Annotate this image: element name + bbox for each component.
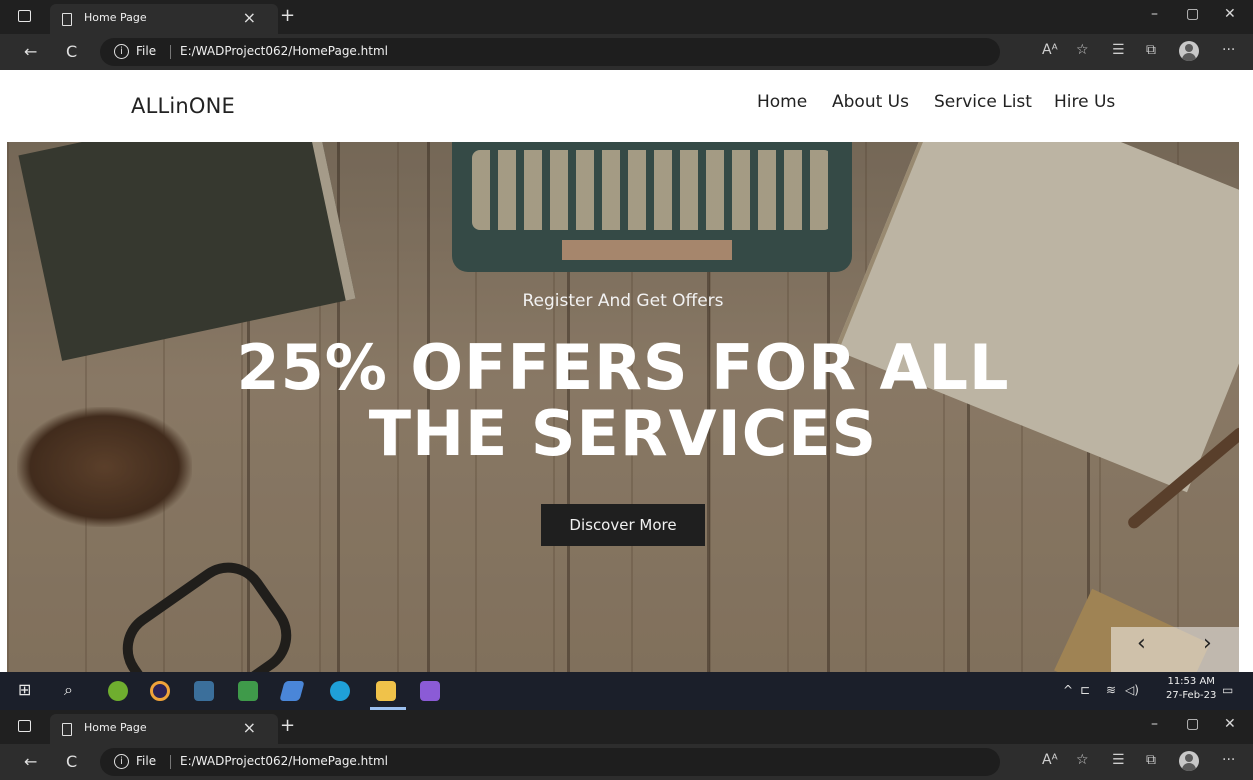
read-aloud-icon[interactable]: Aᴬ bbox=[1042, 752, 1058, 768]
url-field[interactable]: i File E:/WADProject062/HomePage.html bbox=[100, 748, 1000, 776]
favorite-icon[interactable]: ☆ bbox=[1076, 752, 1089, 768]
start-icon[interactable]: ⊞ bbox=[18, 680, 31, 699]
reload-icon[interactable]: C bbox=[66, 42, 77, 61]
tab-close-icon[interactable]: × bbox=[243, 8, 256, 27]
notifications-icon[interactable]: ▭ bbox=[1222, 683, 1233, 697]
file-label: File bbox=[136, 44, 157, 58]
profile-icon[interactable] bbox=[1179, 41, 1199, 61]
visual-studio-icon[interactable] bbox=[420, 681, 440, 701]
reload-icon[interactable]: C bbox=[66, 752, 77, 771]
nav-home[interactable]: Home bbox=[757, 92, 807, 112]
back-icon[interactable]: ← bbox=[24, 752, 37, 771]
search-icon[interactable]: ⌕ bbox=[64, 680, 73, 700]
nav-service-list[interactable]: Service List bbox=[934, 92, 1032, 112]
clock-time: 11:53 AM bbox=[1167, 676, 1215, 687]
url-text[interactable]: E:/WADProject062/HomePage.html bbox=[180, 754, 388, 768]
url-field[interactable]: i File E:/WADProject062/HomePage.html bbox=[100, 38, 1000, 66]
page-icon bbox=[62, 13, 72, 26]
browser-tab-strip-2: Home Page × + – ▢ ✕ bbox=[0, 710, 1253, 744]
more-icon[interactable]: ··· bbox=[1222, 42, 1235, 58]
hero-slider: Register And Get Offers 25% OFFERS FOR A… bbox=[7, 142, 1239, 672]
info-icon[interactable]: i bbox=[114, 44, 129, 59]
nav-hire-us[interactable]: Hire Us bbox=[1054, 92, 1115, 112]
app-blue-icon[interactable] bbox=[279, 681, 305, 701]
address-bar-2: ← C i File E:/WADProject062/HomePage.htm… bbox=[0, 744, 1253, 780]
hero-title: 25% OFFERS FOR ALL THE SERVICES bbox=[7, 335, 1239, 467]
minimize-icon[interactable]: – bbox=[1151, 6, 1158, 22]
favorites-list-icon[interactable]: ☰ bbox=[1112, 752, 1125, 768]
info-icon[interactable]: i bbox=[114, 754, 129, 769]
site-header: ALLinONE Home About Us Service List Hire… bbox=[0, 70, 1253, 142]
system-clock[interactable]: 11:53 AM 27-Feb-23 bbox=[1166, 675, 1216, 703]
tab-home-page[interactable]: Home Page × bbox=[50, 4, 278, 34]
file-explorer-icon[interactable] bbox=[376, 681, 396, 701]
tab-actions-icon[interactable] bbox=[18, 10, 31, 22]
file-label: File bbox=[136, 754, 157, 768]
divider bbox=[170, 755, 171, 769]
collections-icon[interactable]: ⧉ bbox=[1146, 752, 1156, 768]
tab-title: Home Page bbox=[84, 11, 147, 24]
address-bar: ← C i File E:/WADProject062/HomePage.htm… bbox=[0, 34, 1253, 70]
hero-title-line-1: 25% OFFERS FOR ALL bbox=[236, 331, 1010, 404]
network-icon[interactable]: ⊏ bbox=[1080, 683, 1090, 697]
page-icon bbox=[62, 723, 72, 736]
tab-title: Home Page bbox=[84, 721, 147, 734]
discover-more-button[interactable]: Discover More bbox=[541, 504, 705, 546]
restore-icon[interactable]: ▢ bbox=[1186, 6, 1199, 22]
windows-taskbar: ⊞ ⌕ ^ ⊏ ≋ ◁) 11:53 AM 27-Feb-23 ▭ bbox=[0, 672, 1253, 710]
mysql-icon[interactable] bbox=[194, 681, 214, 701]
favorite-icon[interactable]: ☆ bbox=[1076, 42, 1089, 58]
edge-icon[interactable] bbox=[330, 681, 350, 701]
web-page: ALLinONE Home About Us Service List Hire… bbox=[0, 70, 1253, 672]
tab-close-icon[interactable]: × bbox=[243, 718, 256, 737]
collections-icon[interactable]: ⧉ bbox=[1146, 42, 1156, 58]
new-tab-icon[interactable]: + bbox=[280, 5, 295, 26]
hero-subtitle: Register And Get Offers bbox=[522, 291, 724, 311]
next-slide-icon[interactable]: › bbox=[1203, 631, 1212, 656]
close-icon[interactable]: ✕ bbox=[1224, 716, 1236, 732]
prev-slide-icon[interactable]: ‹ bbox=[1137, 631, 1146, 656]
favorites-list-icon[interactable]: ☰ bbox=[1112, 42, 1125, 58]
restore-icon[interactable]: ▢ bbox=[1186, 716, 1199, 732]
volume-icon[interactable]: ◁) bbox=[1125, 683, 1139, 697]
new-tab-icon[interactable]: + bbox=[280, 715, 295, 736]
tab-home-page[interactable]: Home Page × bbox=[50, 714, 278, 744]
clock-date: 27-Feb-23 bbox=[1166, 690, 1217, 701]
eclipse-icon[interactable] bbox=[150, 681, 170, 701]
nav-about-us[interactable]: About Us bbox=[832, 92, 909, 112]
divider bbox=[170, 45, 171, 59]
app-green-icon[interactable] bbox=[108, 681, 128, 701]
site-logo[interactable]: ALLinONE bbox=[131, 94, 235, 118]
url-text[interactable]: E:/WADProject062/HomePage.html bbox=[180, 44, 388, 58]
minimize-icon[interactable]: – bbox=[1151, 716, 1158, 732]
slider-controls: ‹ › bbox=[1111, 627, 1239, 672]
app-puzzle-icon[interactable] bbox=[238, 681, 258, 701]
show-hidden-icon[interactable]: ^ bbox=[1063, 683, 1073, 697]
back-icon[interactable]: ← bbox=[24, 42, 37, 61]
close-icon[interactable]: ✕ bbox=[1224, 6, 1236, 22]
more-icon[interactable]: ··· bbox=[1222, 752, 1235, 768]
browser-tab-strip: Home Page × + – ▢ ✕ bbox=[0, 0, 1253, 34]
profile-icon[interactable] bbox=[1179, 751, 1199, 771]
wifi-icon[interactable]: ≋ bbox=[1106, 683, 1116, 697]
hero-title-line-2: THE SERVICES bbox=[368, 397, 878, 470]
tab-actions-icon[interactable] bbox=[18, 720, 31, 732]
read-aloud-icon[interactable]: Aᴬ bbox=[1042, 42, 1058, 58]
